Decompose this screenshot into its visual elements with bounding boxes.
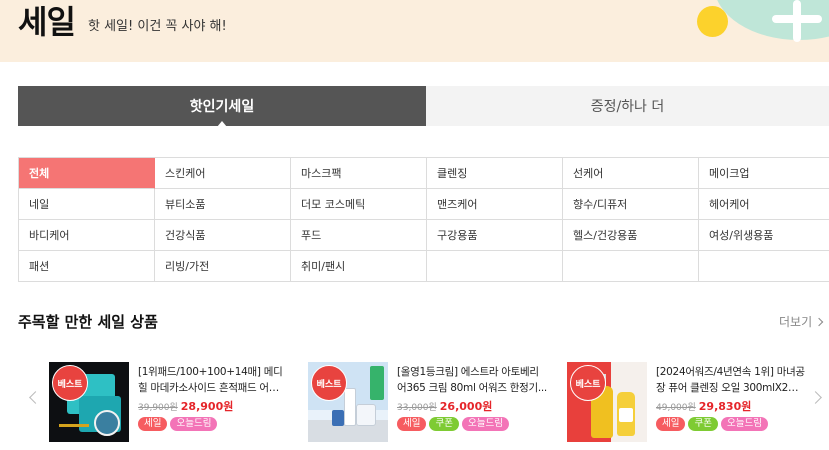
product-info: [올영1등크림] 에스트라 아토베리어365 크림 80ml 어워즈 한정기..…: [397, 364, 547, 431]
category-item[interactable]: 스킨케어: [155, 158, 291, 189]
product-tube: [344, 388, 356, 426]
original-price: 49,000원: [656, 403, 696, 413]
more-link[interactable]: 더보기: [779, 313, 824, 331]
carousel-prev-button[interactable]: [29, 391, 42, 404]
product-label: [619, 408, 633, 422]
product-info: [1위패드/100+100+14매] 메디힐 마데카소사이드 흔적패드 어워즈.…: [138, 364, 288, 431]
flag-sale: 세일: [138, 417, 168, 431]
product-name[interactable]: [2024어워즈/4년연속 1위] 마녀공장 퓨어 클렌징 오일 300mlX2…: [656, 364, 806, 396]
category-item[interactable]: 전체: [19, 158, 155, 189]
product-card[interactable]: 베스트 [올영1등크림] 에스트라 아토베리어365 크림 80ml 어워즈 한…: [308, 362, 548, 442]
category-item[interactable]: 네일: [19, 189, 155, 220]
page-subtitle: 핫 세일! 이건 꼭 사야 해!: [88, 19, 227, 34]
product-name[interactable]: [올영1등크림] 에스트라 아토베리어365 크림 80ml 어워즈 한정기..…: [397, 364, 547, 396]
product-card[interactable]: 베스트 [1위패드/100+100+14매] 메디힐 마데카소사이드 흔적패드 …: [49, 362, 289, 442]
carousel-next-button[interactable]: [809, 391, 822, 404]
product-cap: [332, 410, 344, 426]
category-grid: 전체 스킨케어 마스크팩 클렌징 선케어 메이크업네일 뷰티소품 더모 코스메틱 맨즈케어 향수/…: [18, 157, 829, 282]
product-ranking-tag: [370, 366, 384, 400]
flag-today-delivery: 오늘드림: [170, 417, 218, 431]
category-empty-cell: [699, 251, 829, 282]
section-title: 주목할 만한 세일 상품: [18, 313, 158, 331]
product-image[interactable]: 베스트: [308, 362, 388, 442]
category-item[interactable]: 헬스/건강용품: [563, 220, 699, 251]
sale-banner: 세일 핫 세일! 이건 꼭 사야 해!: [0, 0, 829, 62]
category-item[interactable]: 클렌징: [427, 158, 563, 189]
flag-coupon: 쿠폰: [688, 417, 718, 431]
best-badge: 베스트: [311, 365, 347, 401]
decorative-yellow-circle: [697, 6, 728, 37]
sale-price: 28,900원: [180, 400, 234, 413]
decorative-plus-icon-bar: [772, 15, 822, 23]
product-card[interactable]: 베스트 [2024어워즈/4년연속 1위] 마녀공장 퓨어 클렌징 오일 300…: [567, 362, 807, 442]
category-item[interactable]: 헤어케어: [699, 189, 829, 220]
decorative-sparkle: [59, 424, 89, 427]
category-empty-cell: [427, 251, 563, 282]
best-badge: 베스트: [570, 365, 606, 401]
product-image[interactable]: 베스트: [567, 362, 647, 442]
product-jar: [356, 404, 376, 426]
category-item[interactable]: 여성/위생용품: [699, 220, 829, 251]
product-flags: 세일 쿠폰 오늘드림: [397, 417, 547, 431]
product-info: [2024어워즈/4년연속 1위] 마녀공장 퓨어 클렌징 오일 300mlX2…: [656, 364, 806, 431]
price-row: 33,000원 26,000원: [397, 398, 547, 414]
sale-tabs: 핫인기세일 증정/하나 더: [18, 86, 829, 127]
category-item[interactable]: 향수/디퓨저: [563, 189, 699, 220]
flag-coupon: 쿠폰: [429, 417, 459, 431]
category-item[interactable]: 뷰티소품: [155, 189, 291, 220]
category-item[interactable]: 구강용품: [427, 220, 563, 251]
price-row: 49,000원 29,830원: [656, 398, 806, 414]
sale-price: 26,000원: [439, 400, 493, 413]
page-title: 세일: [18, 3, 76, 41]
flag-sale: 세일: [397, 417, 427, 431]
flag-today-delivery: 오늘드림: [461, 417, 509, 431]
category-item[interactable]: 메이크업: [699, 158, 829, 189]
chevron-right-icon: [814, 317, 824, 327]
category-item[interactable]: 선케어: [563, 158, 699, 189]
category-item[interactable]: 리빙/가전: [155, 251, 291, 282]
price-row: 39,900원 28,900원: [138, 398, 288, 414]
original-price: 39,900원: [138, 403, 178, 413]
category-item[interactable]: 마스크팩: [291, 158, 427, 189]
original-price: 33,000원: [397, 403, 437, 413]
best-badge: 베스트: [52, 365, 88, 401]
flag-sale: 세일: [656, 417, 686, 431]
flag-today-delivery: 오늘드림: [720, 417, 768, 431]
more-link-label: 더보기: [779, 315, 813, 329]
tab-gift-one-more[interactable]: 증정/하나 더: [426, 86, 829, 126]
category-item[interactable]: 건강식품: [155, 220, 291, 251]
category-item[interactable]: 취미/팬시: [291, 251, 427, 282]
category-item[interactable]: 맨즈케어: [427, 189, 563, 220]
category-item[interactable]: 더모 코스메틱: [291, 189, 427, 220]
product-name[interactable]: [1위패드/100+100+14매] 메디힐 마데카소사이드 흔적패드 어워즈.…: [138, 364, 288, 396]
category-item[interactable]: 패션: [19, 251, 155, 282]
tab-hot-sale[interactable]: 핫인기세일: [18, 86, 426, 127]
category-item[interactable]: 바디케어: [19, 220, 155, 251]
category-item[interactable]: 푸드: [291, 220, 427, 251]
sale-price: 29,830원: [698, 400, 752, 413]
product-flags: 세일 쿠폰 오늘드림: [656, 417, 806, 431]
category-empty-cell: [563, 251, 699, 282]
product-pad-jar: [94, 410, 120, 436]
product-image[interactable]: 베스트: [49, 362, 129, 442]
product-flags: 세일 오늘드림: [138, 417, 288, 431]
